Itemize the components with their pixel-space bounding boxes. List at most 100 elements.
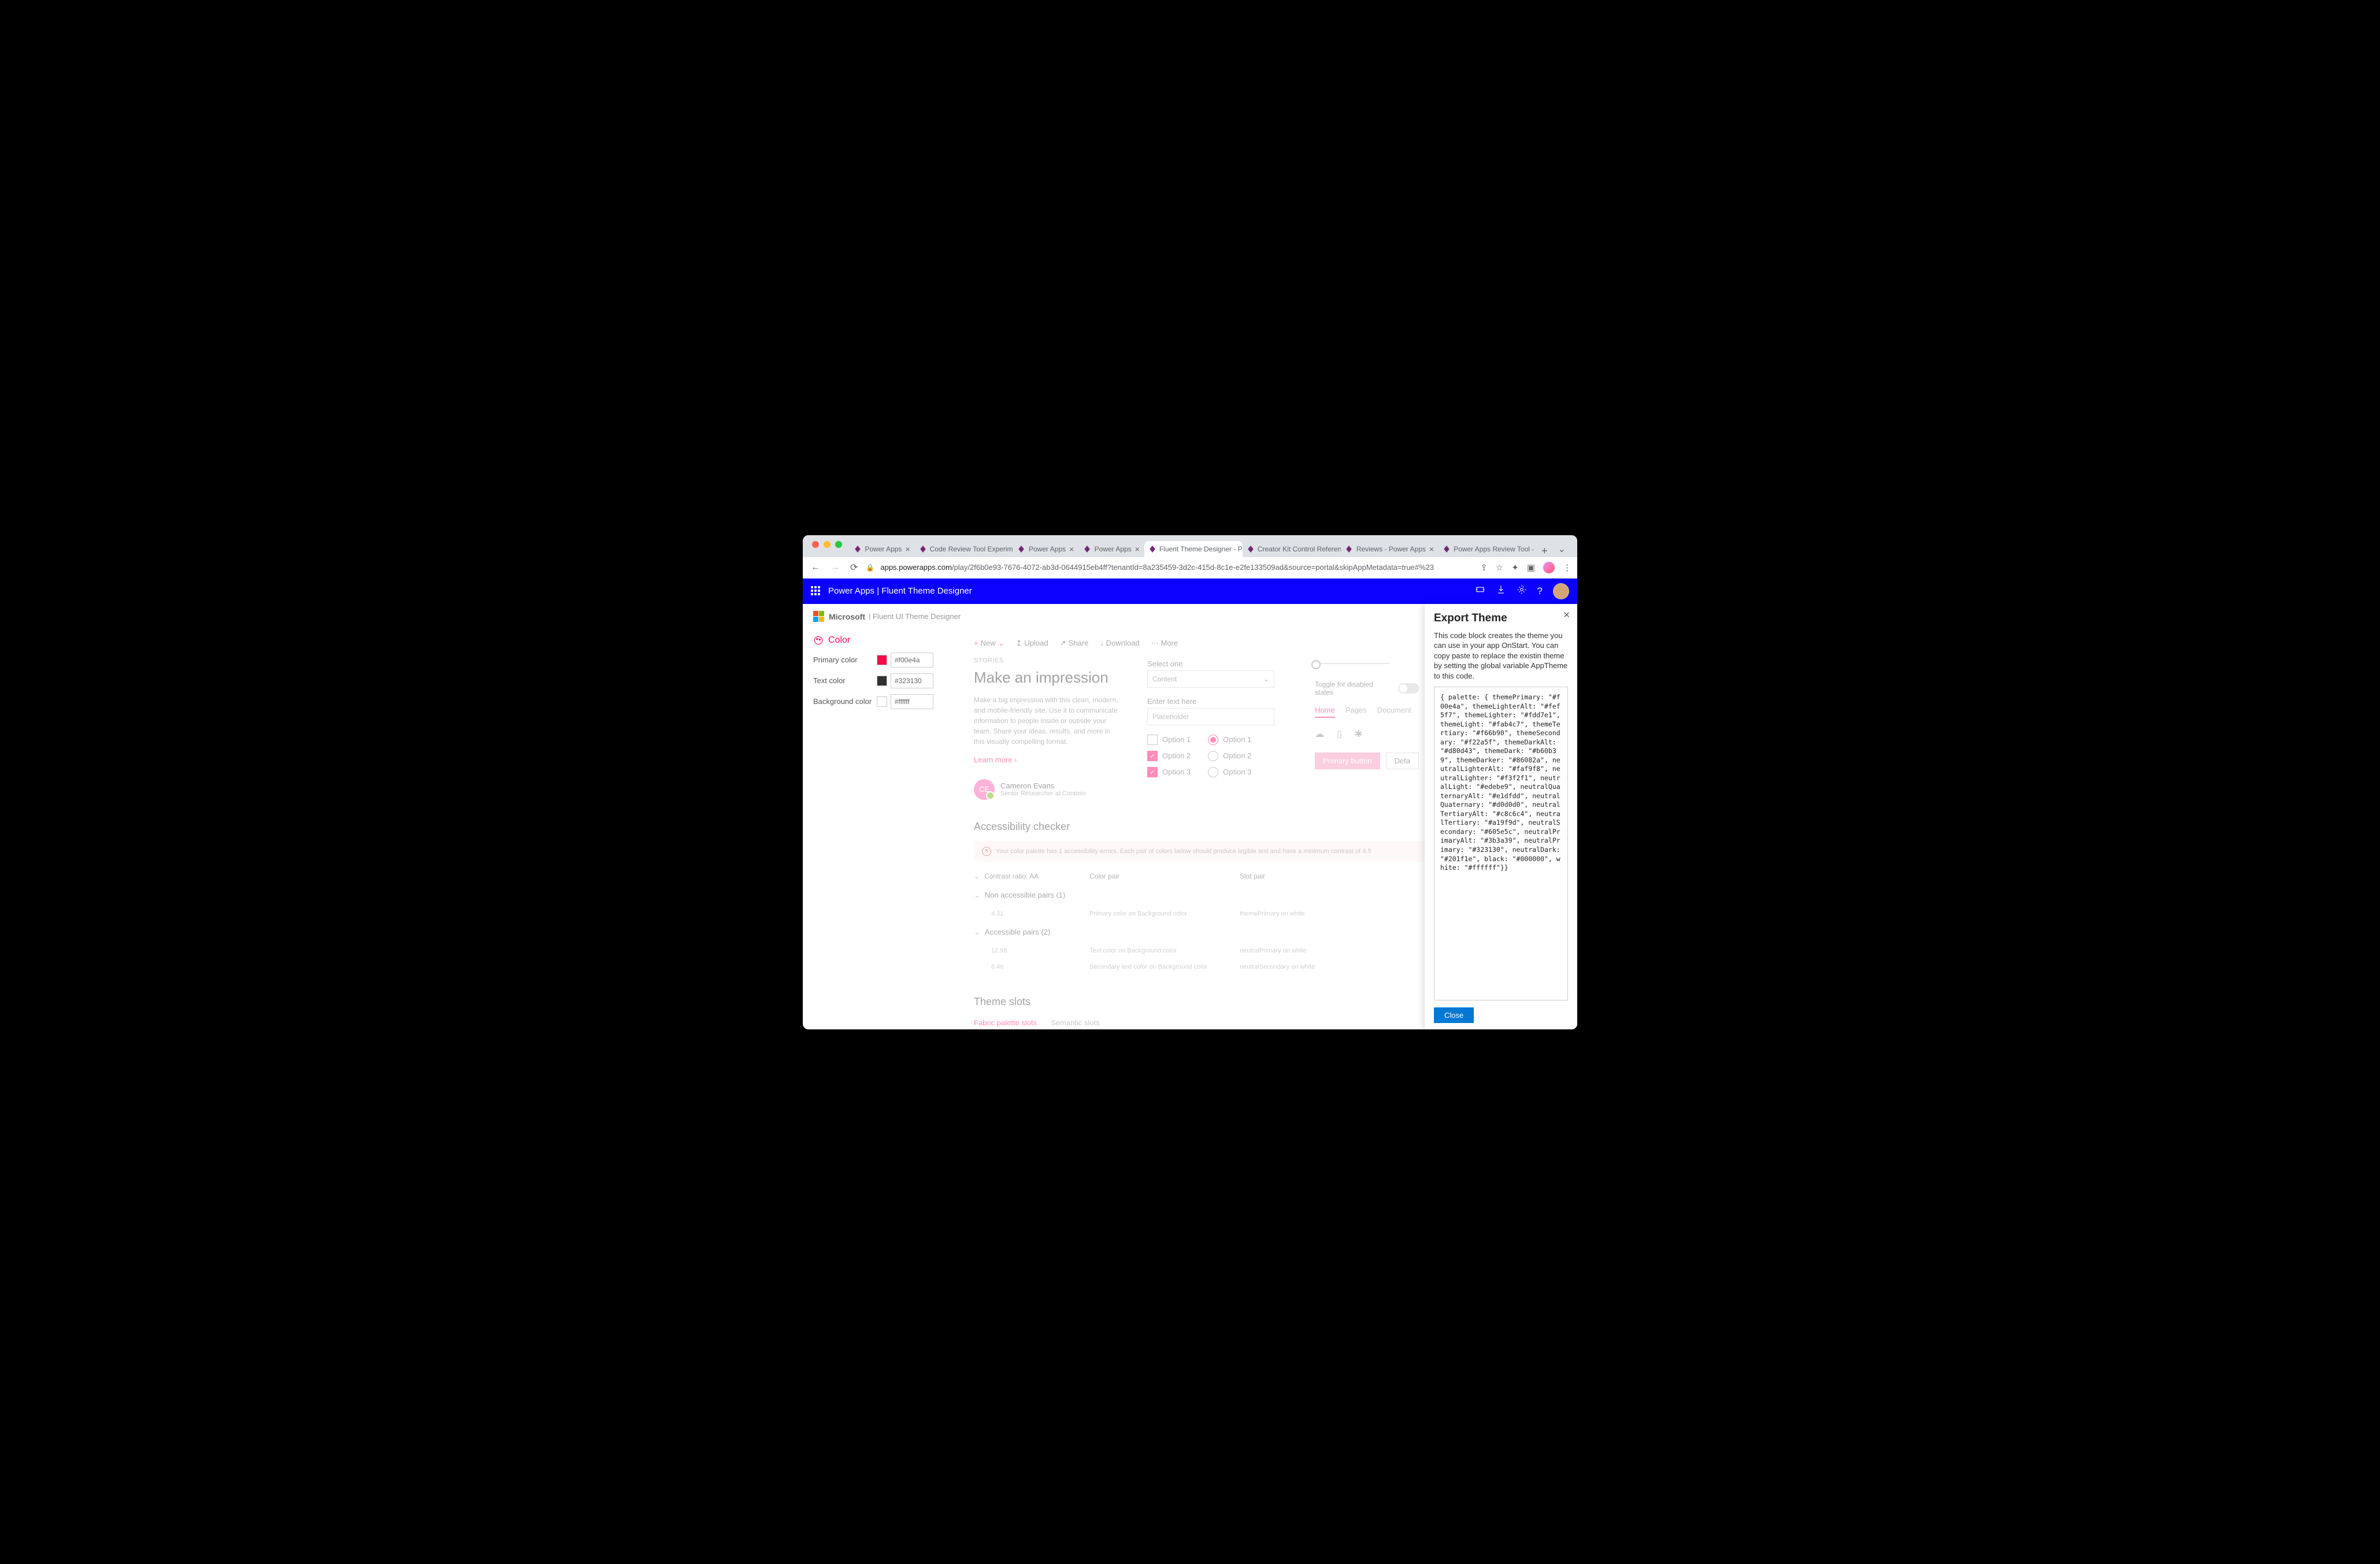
lock-icon[interactable]: 🔒 [866,564,874,572]
tab-item[interactable]: Power Apps Review Tool -× [1439,541,1537,557]
tab-item[interactable]: Reviews - Power Apps× [1341,541,1439,557]
app-title: Power Apps | Fluent Theme Designer [828,586,972,596]
back-button[interactable]: ← [809,561,822,574]
bookmark-icon[interactable]: ☆ [1496,562,1503,573]
close-button[interactable]: Close [1434,1007,1474,1023]
tab-pages[interactable]: Pages [1345,706,1367,718]
device-icon[interactable]: ▯ [1337,728,1342,740]
primary-color-swatch[interactable] [877,655,887,665]
sparkle-icon[interactable]: ✱ [1355,728,1362,740]
palette-icon [813,635,824,646]
app-launcher-icon[interactable] [811,586,821,596]
upload-icon: ↥ [1016,639,1022,648]
tab-item[interactable]: Power Apps× [1013,541,1079,557]
powerapps-icon [1443,545,1450,553]
text-color-label: Text color [813,676,877,685]
color-section-heading: Color [813,635,937,646]
text-field[interactable] [1147,708,1274,725]
a11y-banner-text: Your color palette has 1 accessibility e… [996,848,1371,855]
download-icon[interactable] [1496,584,1506,598]
new-button[interactable]: +New ⌄ [974,639,1004,648]
url-field[interactable]: apps.powerapps.com/play/2f6b0e93-7676-40… [880,563,1474,572]
tab-semantic-slots[interactable]: Semantic slots [1051,1018,1100,1029]
text-color-swatch[interactable] [877,676,887,686]
reload-button[interactable]: ⟳ [848,561,860,575]
tab-item[interactable]: Power Apps× [1078,541,1144,557]
slider[interactable] [1315,663,1390,664]
stories-badge: STORIES [974,657,1124,664]
maximize-window-icon[interactable] [835,541,842,548]
disabled-toggle-row: Toggle for disabled states [1315,680,1419,696]
url-path: /play/2f6b0e93-7676-4072-ab3d-0644915eb4… [952,563,1434,572]
ms-subtitle: | Fluent UI Theme Designer [869,612,961,621]
export-code-block[interactable]: { palette: { themePrimary: "#f00e4a", th… [1434,687,1568,1000]
chevron-down-icon: ⌄ [974,891,980,900]
tab-item[interactable]: Creator Kit Control Referen× [1243,541,1341,557]
upload-button[interactable]: ↥ Upload [1016,639,1048,648]
content-dropdown[interactable]: Content⌄ [1147,670,1274,688]
download-icon: ↓ [1100,639,1104,647]
checkbox-checked-icon: ✓ [1147,767,1158,777]
tab-documents[interactable]: Document [1377,706,1411,718]
checkbox-option-2[interactable]: ✓Option 2 [1147,751,1191,761]
primary-color-input[interactable] [891,653,933,668]
menu-icon[interactable]: ⋮ [1563,562,1571,573]
update-icon[interactable]: ▣ [1527,562,1535,573]
tab-overflow-button[interactable]: ⌄ [1552,541,1571,557]
tab-home[interactable]: Home [1315,706,1335,718]
checkbox-checked-icon: ✓ [1147,751,1158,761]
primary-color-row: Primary color [813,653,937,668]
tab-item[interactable]: Power Apps× [849,541,915,557]
close-icon[interactable]: × [1069,544,1074,554]
export-title: Export Theme [1434,612,1568,625]
toggle-switch[interactable] [1398,683,1419,694]
share-button[interactable]: ↗ Share [1060,639,1089,648]
checkbox-option-3[interactable]: ✓Option 3 [1147,767,1191,777]
url-host: apps.powerapps.com [880,563,952,572]
default-button[interactable]: Defa [1386,753,1419,769]
powerapps-icon [1345,545,1353,553]
user-avatar[interactable] [1553,583,1569,599]
close-icon[interactable]: × [1429,544,1434,554]
text-color-input[interactable] [891,673,933,688]
window-controls[interactable] [809,539,846,548]
cloud-icon[interactable]: ☁ [1315,728,1324,740]
fit-icon[interactable] [1475,584,1485,598]
tab-label: Creator Kit Control Referen [1258,545,1341,553]
new-tab-button[interactable]: + [1537,545,1552,557]
icon-row: ☁ ▯ ✱ [1315,728,1419,740]
forward-button[interactable]: → [828,561,842,574]
radio-icon [1208,751,1218,761]
tab-fabric-slots[interactable]: Fabric palette slots [974,1018,1037,1029]
tab-item-active[interactable]: Fluent Theme Designer - P× [1144,541,1243,557]
pivot-tabs: Home Pages Document [1315,706,1419,718]
radio-option-3[interactable]: Option 3 [1208,767,1251,777]
close-icon[interactable]: × [905,544,910,554]
text-color-row: Text color [813,673,937,688]
persona-name: Cameron Evans [1000,781,1086,790]
close-window-icon[interactable] [812,541,819,548]
primary-button[interactable]: Primary button [1315,753,1380,769]
bg-color-input[interactable] [891,694,933,709]
powerapps-icon [1018,545,1025,553]
designer-surface: Microsoft | Fluent UI Theme Designer Col… [803,604,1577,1029]
minimize-window-icon[interactable] [824,541,831,548]
profile-avatar[interactable] [1543,562,1555,573]
share-icon[interactable]: ⇪ [1480,562,1488,573]
close-panel-button[interactable]: ✕ [1563,610,1570,620]
radio-option-1[interactable]: Option 1 [1208,735,1251,745]
tab-item[interactable]: Code Review Tool Experim× [915,541,1013,557]
powerapps-icon [1083,545,1091,553]
chevron-down-icon[interactable]: ⌄ [974,872,980,880]
settings-icon[interactable] [1517,584,1527,598]
close-icon[interactable]: × [1135,544,1140,554]
radio-option-2[interactable]: Option 2 [1208,751,1251,761]
extensions-icon[interactable]: ✦ [1511,562,1519,573]
checkbox-option-1[interactable]: Option 1 [1147,735,1191,745]
bg-color-swatch[interactable] [877,696,887,707]
learn-more-link[interactable]: Learn more › [974,755,1017,764]
more-button[interactable]: ⋯ More [1151,639,1178,648]
download-button[interactable]: ↓ Download [1100,639,1139,648]
chevron-down-icon: ⌄ [1263,675,1269,683]
help-icon[interactable]: ? [1537,585,1543,597]
